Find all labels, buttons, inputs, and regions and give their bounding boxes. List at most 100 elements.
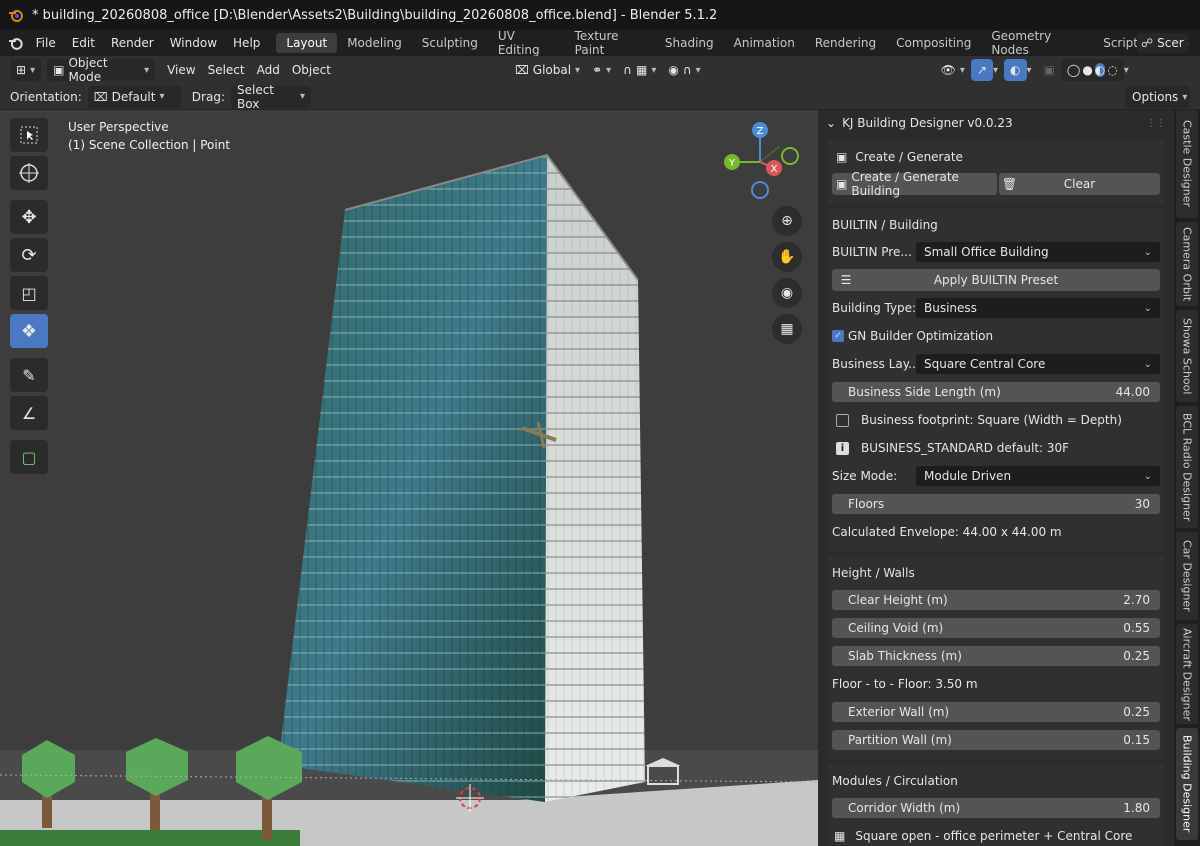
corridor-width-field[interactable]: Corridor Width (m) 1.80 <box>832 798 1160 818</box>
mode-label: Object Mode <box>68 56 108 84</box>
transform-orientation-select[interactable]: ⌧ Global ▾ <box>509 59 586 81</box>
tab-bcl-radio-designer[interactable]: BCL Radio Designer <box>1176 406 1198 528</box>
builtin-section-title: BUILTIN / Building <box>832 218 938 232</box>
blender-menu-icon[interactable] <box>8 35 24 51</box>
viewport-header: ⊞ ▾ ▣ Object Mode ▾ View Select Add Object … <box>0 56 1200 84</box>
preset-select[interactable]: Small Office Building ⌄ <box>916 242 1160 262</box>
options-button[interactable]: Options ▾ <box>1126 86 1190 108</box>
ceiling-void-label: Ceiling Void (m) <box>848 621 944 635</box>
menu-render[interactable]: Render <box>103 36 162 50</box>
chevron-down-icon: ⌄ <box>1143 470 1152 482</box>
neg-z-axis-handle[interactable] <box>751 181 769 199</box>
chevron-down-icon[interactable]: ▾ <box>993 65 998 76</box>
solid-shading-icon[interactable]: ● <box>1082 63 1092 77</box>
window-title: * building_20260808_office [D:\Blender\A… <box>32 7 718 23</box>
rotate-tool[interactable]: ⟳ <box>10 238 48 272</box>
size-mode-select[interactable]: Module Driven ⌄ <box>916 466 1160 486</box>
snap-grid-icon: ▦ <box>635 63 648 77</box>
tab-geometry-nodes[interactable]: Geometry Nodes <box>981 26 1093 60</box>
tab-castle-designer[interactable]: Castle Designer <box>1176 110 1198 218</box>
apply-preset-button[interactable]: ☰ Apply BUILTIN Preset <box>832 269 1160 291</box>
gizmo-toggle[interactable]: ↗ <box>970 59 993 81</box>
camera-view-button[interactable]: ◉ <box>772 278 802 308</box>
scale-tool[interactable]: ◰ <box>10 276 48 310</box>
3d-viewport[interactable] <box>0 110 818 846</box>
tab-car-designer[interactable]: Car Designer <box>1176 532 1198 620</box>
menu-file[interactable]: File <box>28 36 64 50</box>
add-menu[interactable]: Add <box>251 59 286 81</box>
tab-animation[interactable]: Animation <box>724 33 805 53</box>
annotate-tool[interactable]: ✎ <box>10 358 48 392</box>
select-box-tool[interactable] <box>10 118 48 152</box>
chevron-down-icon[interactable]: ▾ <box>1124 65 1129 76</box>
falloff-icon: ∩ <box>682 63 692 77</box>
transform-tool[interactable]: ❖ <box>10 314 48 348</box>
clear-button[interactable]: 🗑 Clear <box>999 173 1160 195</box>
mode-select[interactable]: ▣ Object Mode ▾ <box>47 56 156 84</box>
menu-help[interactable]: Help <box>225 36 268 50</box>
exterior-wall-field[interactable]: Exterior Wall (m) 0.25 <box>832 702 1160 722</box>
tab-uv-editing[interactable]: UV Editing <box>488 26 565 60</box>
proportional-toggle[interactable]: ◉ ∩ ▾ <box>662 59 706 81</box>
move-tool[interactable]: ✥ <box>10 200 48 234</box>
slab-thickness-field[interactable]: Slab Thickness (m) 0.25 <box>832 646 1160 666</box>
shading-modes[interactable]: ◯ ● ◐ ◌ <box>1060 59 1124 81</box>
footprint-checkbox[interactable] <box>836 413 849 427</box>
scene-selector[interactable]: ☍ Scer <box>1137 33 1188 53</box>
gn-opt-checkbox[interactable]: ✓ <box>832 330 844 342</box>
ruler-icon: ∠ <box>21 403 37 423</box>
wireframe-shading-icon[interactable]: ◯ <box>1067 63 1080 77</box>
pivot-select[interactable]: ⚭ ▾ <box>586 59 617 81</box>
clear-height-field[interactable]: Clear Height (m) 2.70 <box>832 590 1160 610</box>
orientation-select[interactable]: ⌧ Default ▾ <box>87 85 182 108</box>
slab-value: 0.25 <box>1123 649 1150 663</box>
zoom-button[interactable]: ⊕ <box>772 206 802 236</box>
tab-camera-orbit[interactable]: Camera Orbit <box>1176 222 1198 306</box>
tab-layout[interactable]: Layout <box>276 33 338 53</box>
view-menu[interactable]: View <box>161 59 201 81</box>
panel-header[interactable]: ⌄ KJ Building Designer v0.0.23 ⋮⋮ <box>818 110 1174 136</box>
visibility-select[interactable]: 👁 ▾ <box>935 59 971 81</box>
tab-modeling[interactable]: Modeling <box>337 33 412 53</box>
overlay-toggle[interactable]: ◐ <box>1004 59 1027 81</box>
create-building-button[interactable]: ▣ Create / Generate Building <box>832 170 997 198</box>
partition-wall-field[interactable]: Partition Wall (m) 0.15 <box>832 730 1160 750</box>
building-type-select[interactable]: Business ⌄ <box>916 298 1160 318</box>
rendered-shading-icon[interactable]: ◌ <box>1107 63 1117 77</box>
tab-building-designer[interactable]: Building Designer <box>1176 728 1198 840</box>
floors-value: 30 <box>1134 497 1150 511</box>
tab-texture-paint[interactable]: Texture Paint <box>565 26 655 60</box>
snap-toggle[interactable]: ∩ ▦ ▾ <box>617 59 662 81</box>
tab-label: Camera Orbit <box>1180 226 1194 302</box>
menu-window[interactable]: Window <box>162 36 225 50</box>
object-menu[interactable]: Object <box>286 59 337 81</box>
cursor-tool[interactable] <box>10 156 48 190</box>
neg-y-axis-handle[interactable] <box>781 147 799 165</box>
menu-edit[interactable]: Edit <box>64 36 103 50</box>
drag-select[interactable]: Select Box ▾ <box>230 83 311 111</box>
tab-sculpting[interactable]: Sculpting <box>412 33 488 53</box>
select-menu[interactable]: Select <box>202 59 251 81</box>
navigation-gizmo[interactable]: Z Y X <box>718 118 804 204</box>
tab-compositing[interactable]: Compositing <box>886 33 981 53</box>
editor-type-button[interactable]: ⊞ ▾ <box>10 59 42 81</box>
tab-shading[interactable]: Shading <box>655 33 724 53</box>
drag-handle-icon[interactable]: ⋮⋮ <box>1146 118 1166 129</box>
clear-height-value: 2.70 <box>1123 593 1150 607</box>
measure-tool[interactable]: ∠ <box>10 396 48 430</box>
side-length-field[interactable]: Business Side Length (m) 44.00 <box>832 382 1160 402</box>
tab-rendering[interactable]: Rendering <box>805 33 886 53</box>
tab-showa-school[interactable]: Showa School <box>1176 310 1198 402</box>
tab-aircraft-designer[interactable]: Aircraft Designer <box>1176 624 1198 724</box>
layout-select[interactable]: Square Central Core ⌄ <box>916 354 1160 374</box>
floors-field[interactable]: Floors 30 <box>832 494 1160 514</box>
preset-value: Small Office Building <box>924 245 1049 259</box>
ortho-toggle-button[interactable]: ▦ <box>772 314 802 344</box>
add-cube-tool[interactable]: ▢ <box>10 440 48 474</box>
xray-toggle[interactable]: ▣ <box>1038 59 1061 81</box>
chevron-down-icon: ▾ <box>575 64 581 76</box>
chevron-down-icon[interactable]: ▾ <box>1027 65 1032 76</box>
pan-button[interactable]: ✋ <box>772 242 802 272</box>
ceiling-void-field[interactable]: Ceiling Void (m) 0.55 <box>832 618 1160 638</box>
material-shading-icon[interactable]: ◐ <box>1094 63 1106 77</box>
